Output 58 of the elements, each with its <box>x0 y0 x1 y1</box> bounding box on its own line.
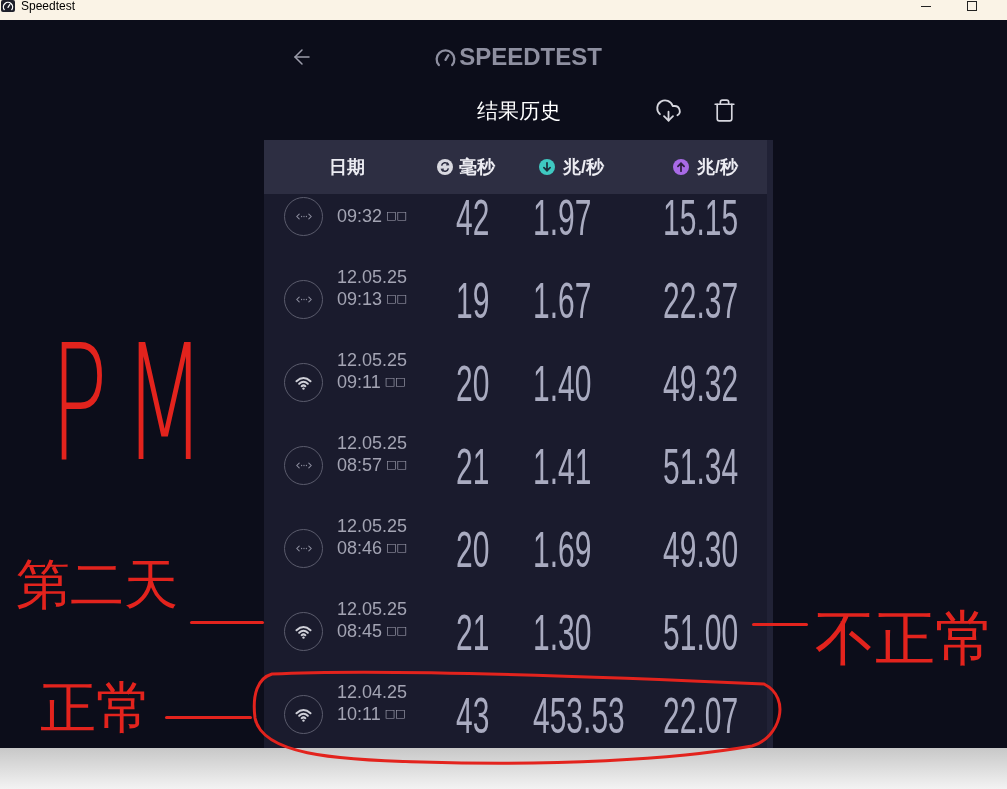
time-text: 08:45 <box>337 619 383 642</box>
upload-value: 49.32 <box>662 358 738 409</box>
missing-glyphs-text: □□ <box>386 293 407 304</box>
ping-value: 20 <box>456 358 490 409</box>
date-text: 12.05.25 <box>337 431 408 454</box>
download-value: 1.30 <box>533 607 592 658</box>
column-label: 兆/秒 <box>563 158 604 176</box>
date-text: 12.04.25 <box>337 680 408 703</box>
date-text: 12.05.25 <box>337 265 408 288</box>
missing-glyphs-text: □□ <box>384 708 406 719</box>
missing-glyphs-text: □□ <box>386 459 407 470</box>
column-label: 兆/秒 <box>697 158 738 176</box>
column-label: 毫秒 <box>459 158 495 176</box>
ping-value: 42 <box>456 192 490 243</box>
handwritten-note: PM <box>50 324 222 484</box>
missing-glyphs-text: □□ <box>384 376 406 387</box>
trash-icon[interactable] <box>711 97 737 123</box>
download-value: 453.53 <box>533 690 625 741</box>
date-text: 12.05.25 <box>337 514 408 537</box>
window-title: Speedtest <box>21 0 76 13</box>
handwritten-note: 第二天 <box>16 558 178 612</box>
time-text: 09:13 <box>337 287 383 310</box>
maximize-icon[interactable] <box>967 1 977 11</box>
time-text: 08:57 <box>337 453 383 476</box>
leader-line <box>752 623 808 626</box>
upload-value: 22.37 <box>662 275 738 326</box>
cloud-download-icon[interactable] <box>654 96 682 124</box>
time-text: 08:46 <box>337 536 383 559</box>
download-value: 1.69 <box>533 524 592 575</box>
time-text: 09:32 <box>337 204 383 227</box>
date-text: 12.05.25 <box>337 597 408 620</box>
column-label: 日期 <box>329 158 365 176</box>
missing-glyphs-text: □□ <box>386 542 407 553</box>
time-text: 09:11 <box>337 370 381 393</box>
download-value: 1.41 <box>533 441 592 492</box>
ping-value: 19 <box>456 275 490 326</box>
upload-value: 49.30 <box>662 524 738 575</box>
upload-value: 22.07 <box>662 690 738 741</box>
speedometer-icon <box>435 47 457 67</box>
handwritten-note: 正常 <box>40 680 152 736</box>
logo-text: SPEEDTEST <box>459 45 602 69</box>
missing-glyphs-text: □□ <box>386 210 407 221</box>
ping-value: 21 <box>456 607 490 658</box>
ping-value: 20 <box>456 524 490 575</box>
upload-value: 51.00 <box>662 607 738 658</box>
speedometer-icon <box>1 0 15 12</box>
time-text: 10:11 <box>337 702 381 725</box>
handwritten-note: 不正常 <box>815 608 995 668</box>
download-value: 1.67 <box>533 275 592 326</box>
page-title: 结果历史 <box>476 99 561 121</box>
upload-value: 51.34 <box>662 441 738 492</box>
upload-value: 15.15 <box>662 192 738 243</box>
ping-value: 21 <box>456 441 490 492</box>
download-value: 1.40 <box>533 358 592 409</box>
date-text: 12.05.25 <box>337 348 408 371</box>
missing-glyphs-text: □□ <box>386 625 407 636</box>
ping-value: 43 <box>456 690 490 741</box>
download-value: 1.97 <box>533 192 592 243</box>
